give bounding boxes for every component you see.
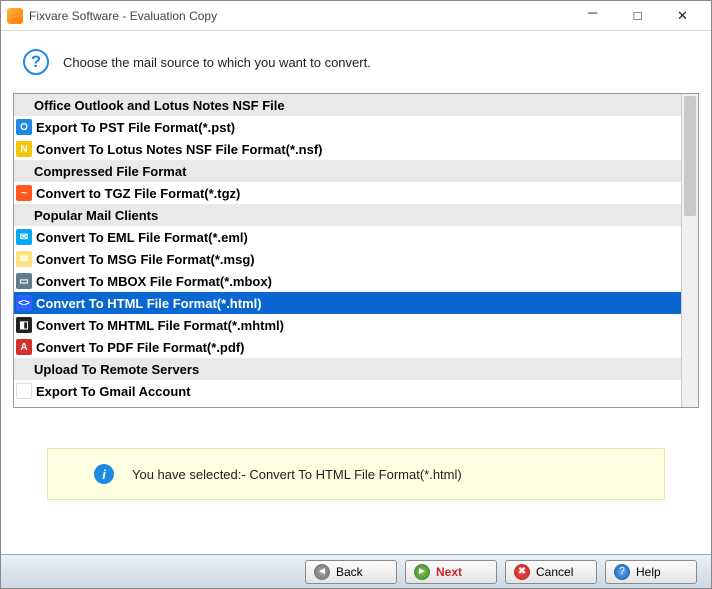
list-item-label: Convert To MSG File Format(*.msg) [36,252,255,267]
help-footer-icon: ? [614,564,630,580]
list-item[interactable]: ✉ Convert To EML File Format(*.eml) [14,226,681,248]
next-label: Next [436,565,462,579]
list-item[interactable]: N Convert To Lotus Notes NSF File Format(… [14,138,681,160]
list-item[interactable]: M Export To Gmail Account [14,380,681,402]
list-item-label: Convert To PDF File Format(*.pdf) [36,340,244,355]
back-button[interactable]: ◄ Back [305,560,397,584]
list-item-label: Convert To MHTML File Format(*.mhtml) [36,318,284,333]
status-text: You have selected:- Convert To HTML File… [132,467,462,482]
back-label: Back [336,565,363,579]
list-group-header-label: Office Outlook and Lotus Notes NSF File [34,98,285,113]
list-item[interactable]: ✉ Convert To MSG File Format(*.msg) [14,248,681,270]
list-group-header-label: Popular Mail Clients [34,208,158,223]
list-group-header: Compressed File Format [14,160,681,182]
cancel-label: Cancel [536,565,573,579]
list-group-header-label: Upload To Remote Servers [34,362,199,377]
mbox-icon: ▭ [16,273,32,289]
mhtml-icon: ◧ [16,317,32,333]
minimize-button[interactable] [570,2,615,30]
list-group-header-label: Compressed File Format [34,164,186,179]
status-value: Convert To HTML File Format(*.html) [249,467,461,482]
eml-icon: ✉ [16,229,32,245]
status-box: i You have selected:- Convert To HTML Fi… [47,448,665,500]
list-item-label: Convert To Lotus Notes NSF File Format(*… [36,142,323,157]
info-icon: i [94,464,114,484]
pdf-icon: A [16,339,32,355]
footer: ◄ Back ► Next ✖ Cancel ? Help [1,554,711,588]
scrollbar-thumb[interactable] [684,96,696,216]
next-button[interactable]: ► Next [405,560,497,584]
list-item-label: Convert To EML File Format(*.eml) [36,230,248,245]
cancel-button[interactable]: ✖ Cancel [505,560,597,584]
list-item[interactable]: ~ Convert to TGZ File Format(*.tgz) [14,182,681,204]
scrollbar[interactable] [681,94,698,407]
nsf-icon: N [16,141,32,157]
format-list[interactable]: Office Outlook and Lotus Notes NSF FileO… [14,94,681,402]
titlebar: Fixvare Software - Evaluation Copy [1,1,711,31]
instruction-text: Choose the mail source to which you want… [63,55,371,70]
back-icon: ◄ [314,564,330,580]
list-group-header: Popular Mail Clients [14,204,681,226]
list-item-label: Export To PST File Format(*.pst) [36,120,235,135]
list-group-header: Office Outlook and Lotus Notes NSF File [14,94,681,116]
help-button[interactable]: ? Help [605,560,697,584]
gmail-icon: M [16,383,32,399]
window-title: Fixvare Software - Evaluation Copy [29,9,217,23]
status-prefix: You have selected:- [132,467,249,482]
help-icon: ? [23,49,49,75]
list-item[interactable]: ◧ Convert To MHTML File Format(*.mhtml) [14,314,681,336]
list-item[interactable]: <> Convert To HTML File Format(*.html) [14,292,681,314]
instruction-row: ? Choose the mail source to which you wa… [1,31,711,93]
list-group-header: Upload To Remote Servers [14,358,681,380]
app-icon [7,8,23,24]
list-item-label: Convert To HTML File Format(*.html) [36,296,262,311]
help-label: Help [636,565,661,579]
list-item[interactable]: A Convert To PDF File Format(*.pdf) [14,336,681,358]
list-item-label: Export To Gmail Account [36,384,191,399]
list-item[interactable]: ▭ Convert To MBOX File Format(*.mbox) [14,270,681,292]
list-item[interactable]: O Export To PST File Format(*.pst) [14,116,681,138]
tgz-icon: ~ [16,185,32,201]
list-item-label: Convert To MBOX File Format(*.mbox) [36,274,272,289]
format-list-container: Office Outlook and Lotus Notes NSF FileO… [13,93,699,408]
pst-icon: O [16,119,32,135]
cancel-icon: ✖ [514,564,530,580]
next-icon: ► [414,564,430,580]
close-button[interactable] [660,2,705,30]
list-item-label: Convert to TGZ File Format(*.tgz) [36,186,240,201]
maximize-button[interactable] [615,2,660,30]
msg-icon: ✉ [16,251,32,267]
html-icon: <> [16,295,32,311]
window-controls [570,2,705,30]
